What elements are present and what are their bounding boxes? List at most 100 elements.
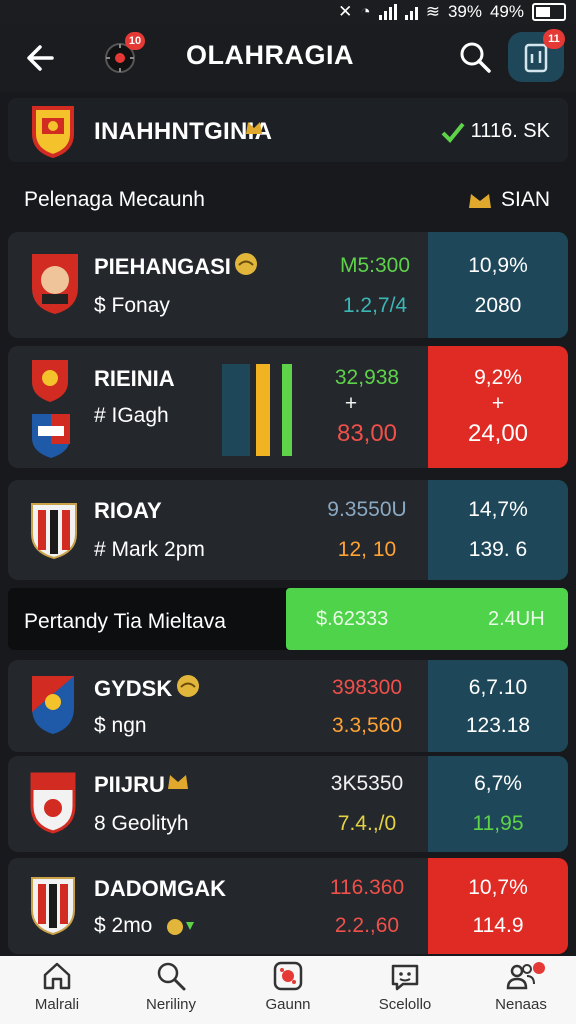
pct-mid: + (491, 392, 505, 415)
nav-item-news[interactable]: Nenaas (466, 960, 576, 1013)
promo-value-secondary: 2.4UH (488, 608, 545, 630)
match-card[interactable]: RIEINIA # IGagh 32,938 + 83,00 9,2% + 24… (8, 346, 568, 468)
people-icon (506, 964, 535, 990)
team-crest-icon (32, 676, 74, 734)
league-crest-icon (32, 106, 74, 158)
team-crest-icon (32, 360, 68, 402)
crown-icon (168, 775, 188, 789)
team-name: GYDSK (94, 676, 173, 701)
team-name: PIEHANGASI (94, 254, 231, 279)
team-sub: # Mark 2pm (94, 538, 205, 561)
team-crest-icon (32, 414, 70, 458)
pct-bottom: 24,00 (467, 420, 529, 447)
status-icons: ✕ ◔ ≋ 39% 49% (338, 2, 566, 22)
alarm-icon: ◔ (360, 2, 371, 21)
nav-item-home[interactable]: Malrali (2, 960, 112, 1013)
team-crest-icon (30, 772, 76, 834)
league-right-label: 1116. SK (470, 120, 550, 142)
promo-text: Pertandy Tia Mieltava (24, 610, 226, 633)
search-icon (460, 42, 491, 73)
odd-bottom: 2.2.,60 (334, 914, 400, 937)
team-name: DADOMGAK (94, 876, 226, 901)
team-sub: 8 Geolityh (94, 812, 189, 835)
promo-value: $.62333 (316, 608, 389, 630)
odd-top: 3K5350 (330, 772, 404, 795)
app-header: 10 OLAHRAGIA 11 (0, 24, 576, 92)
league-right[interactable]: 1116. SK (441, 120, 550, 143)
odds-panel[interactable] (428, 858, 568, 954)
odd-bottom: 7.4.,/0 (337, 812, 397, 835)
pct-top: 6,7.10 (468, 676, 528, 699)
ball-icon (177, 675, 199, 697)
bar-stripes-icon (222, 364, 292, 456)
odd-top: 398300 (331, 676, 403, 699)
odds-panel[interactable] (428, 756, 568, 852)
back-button[interactable] (22, 38, 62, 78)
odd-top: 9.3550U (327, 498, 407, 521)
status-battery-text: 49% (489, 2, 524, 21)
nav-label: Nenaas (495, 996, 547, 1013)
page-title: OLAHRAGIA (186, 40, 354, 70)
menu-notification-badge: 11 (543, 29, 565, 49)
odd-top: M5:300 (339, 254, 411, 277)
arrow-left-icon (27, 45, 54, 71)
home-icon (43, 962, 71, 990)
pct-bottom: 2080 (474, 294, 522, 317)
team-sub: $ Fonay (94, 294, 170, 317)
battery-icon (532, 3, 566, 21)
chat-face-icon (391, 964, 419, 991)
section-title: Pelenaga Mecaunh (24, 188, 205, 211)
match-card[interactable]: RIOAY # Mark 2pm 9.3550U 12, 10 14,7% 13… (8, 480, 568, 580)
status-bar: ✕ ◔ ≋ 39% 49% (0, 0, 576, 24)
odds-panel[interactable] (428, 232, 568, 338)
team-crest-icon (31, 877, 75, 936)
match-card[interactable]: DADOMGAK $ 2mo 116.360 2.2.,60 10,7% 114… (8, 858, 568, 954)
pct-bottom: 114.9 (472, 914, 524, 937)
pct-bottom: 139. 6 (468, 538, 528, 561)
ball-icon (235, 253, 257, 275)
odd-bottom: 12, 10 (337, 538, 397, 561)
crown-icon (468, 194, 491, 208)
section-right[interactable]: SIAN (467, 188, 550, 212)
match-card[interactable]: GYDSK $ ngn 398300 3.3,560 6,7.10 123.18 (8, 660, 568, 752)
pct-bottom: 11,95 (472, 812, 524, 835)
odds-panel[interactable] (428, 480, 568, 580)
section-right-label: SIAN (500, 188, 550, 211)
game-icon (273, 961, 303, 991)
pct-top: 10,7% (468, 876, 528, 899)
team-crest-icon (31, 503, 77, 560)
odd-bottom: 1.2,7/4 (342, 294, 408, 317)
team-sub: $ 2mo (94, 914, 153, 937)
wifi-icon: ≋ (425, 2, 440, 21)
nav-label: Gaunn (265, 996, 311, 1013)
team-sub: # IGagh (94, 404, 169, 427)
odd-top: 116.360 (329, 876, 405, 899)
team-name: PIIJRU (94, 772, 165, 797)
search-icon (157, 962, 186, 991)
search-button[interactable] (458, 40, 492, 74)
pct-top: 10,9% (468, 254, 528, 277)
nav-label: Malrali (34, 996, 80, 1013)
team-crest-icon (32, 254, 78, 314)
logo-notification-badge: 10 (125, 32, 145, 50)
odds-panel[interactable] (428, 660, 568, 752)
mute-icon: ✕ (338, 2, 353, 21)
nav-item-social[interactable]: Scelollo (350, 960, 460, 1013)
nav-notification-dot (533, 962, 545, 974)
pct-bottom: 123.18 (465, 714, 531, 737)
odd-bottom: 3.3,560 (331, 714, 403, 737)
signal2-icon (404, 4, 418, 20)
odd-mid: + (344, 392, 358, 415)
odd-top: 32,938 (334, 366, 400, 389)
nav-label: Neriliny (145, 996, 196, 1013)
pct-top: 9,2% (474, 366, 522, 389)
team-name: RIEINIA (94, 366, 175, 391)
nav-item-game[interactable]: Gaunn (233, 960, 343, 1013)
team-name: RIOAY (94, 498, 162, 523)
odd-bottom: 83,00 (336, 420, 398, 447)
match-card[interactable]: PIIJRU 8 Geolityh 3K5350 7.4.,/0 6,7% 11… (8, 756, 568, 852)
team-sub: $ ngn (94, 714, 147, 737)
nav-item-search[interactable]: Neriliny (116, 960, 226, 1013)
match-card[interactable]: PIEHANGASI $ Fonay M5:300 1.2,7/4 10,9% … (8, 232, 568, 338)
pct-top: 14,7% (468, 498, 528, 521)
